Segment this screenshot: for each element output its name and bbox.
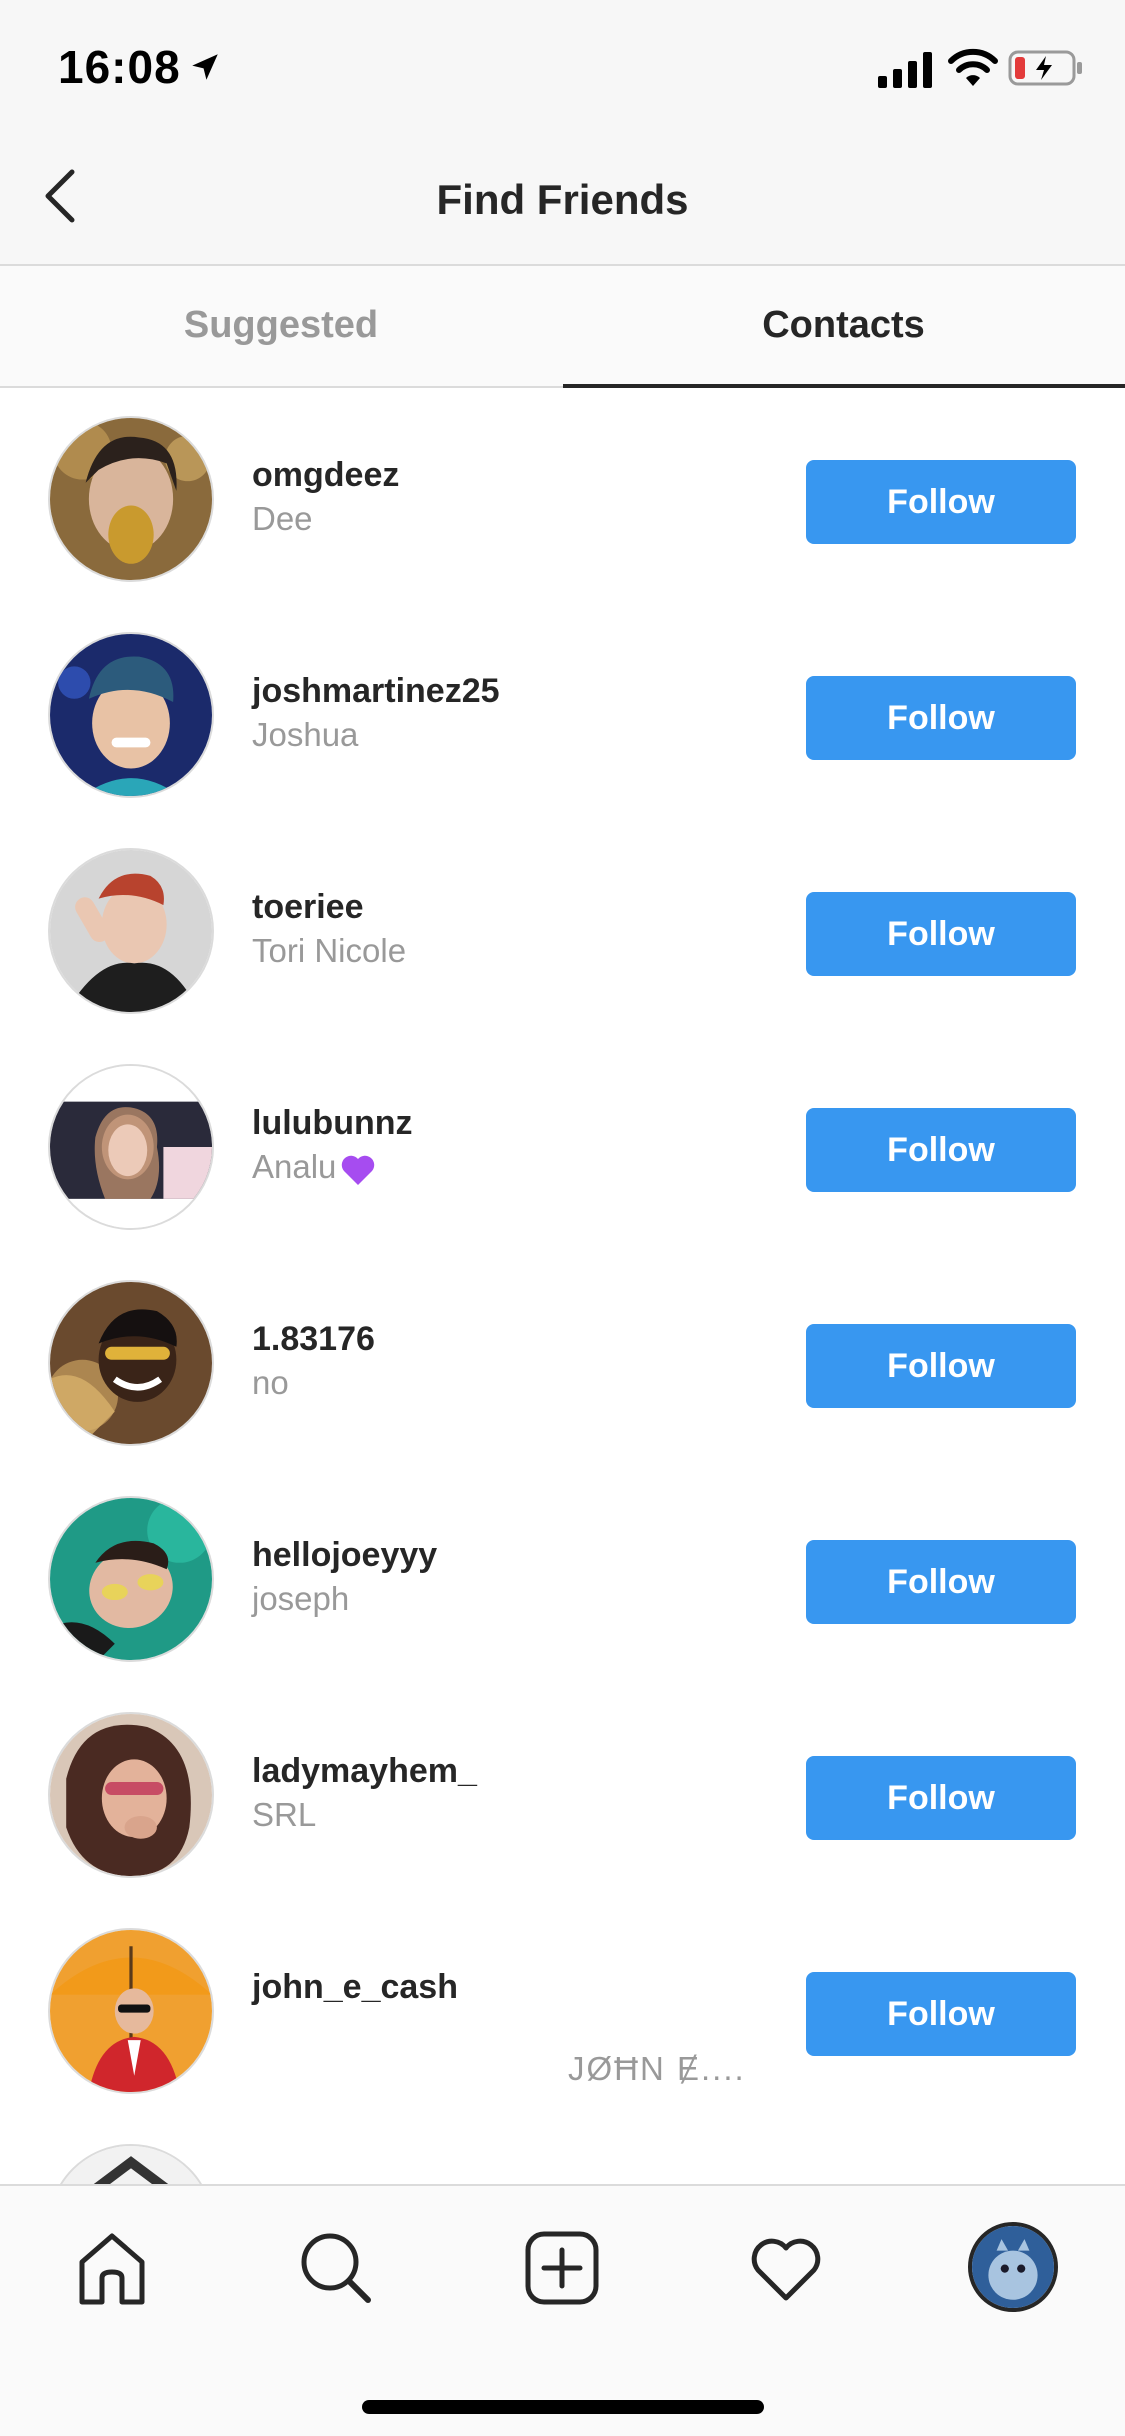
list-item[interactable]: ladymayhem_ SRL Follow (0, 1686, 1125, 1902)
contact-username[interactable]: joshmartinez25 (252, 672, 500, 711)
add-post-icon[interactable] (522, 2228, 602, 2308)
home-indicator (362, 2400, 764, 2414)
profile-avatar[interactable] (968, 2222, 1058, 2312)
avatar[interactable] (48, 2144, 214, 2184)
list-item[interactable] (0, 2118, 1125, 2184)
follow-button[interactable]: Follow (806, 460, 1076, 544)
contact-username[interactable]: lulubunnz (252, 1104, 413, 1143)
follow-button[interactable]: Follow (806, 676, 1076, 760)
list-item[interactable]: omgdeez Dee Follow (0, 390, 1125, 606)
home-icon[interactable] (72, 2228, 152, 2308)
avatar[interactable] (48, 1928, 214, 2094)
contact-fullname: Dee (252, 500, 313, 537)
contact-fullname: SRL (252, 1796, 317, 1833)
page-title: Find Friends (436, 176, 689, 223)
signal-icon (878, 52, 932, 88)
contact-username[interactable]: omgdeez (252, 456, 399, 495)
follow-button[interactable]: Follow (806, 892, 1076, 976)
list-item[interactable]: 1.83176 no Follow (0, 1254, 1125, 1470)
status-time: 16:08 (58, 41, 181, 93)
avatar[interactable] (48, 1280, 214, 1446)
contact-fullname: joseph (252, 1580, 350, 1617)
follow-button[interactable]: Follow (806, 1324, 1076, 1408)
contact-username[interactable]: hellojoeyyy (252, 1536, 437, 1575)
avatar[interactable] (48, 848, 214, 1014)
list-item[interactable]: lulubunnz Analu Follow (0, 1038, 1125, 1254)
follow-button[interactable]: Follow (806, 1540, 1076, 1624)
list-item[interactable]: hellojoeyyy joseph Follow (0, 1470, 1125, 1686)
list-item[interactable]: john_e_cash JØĦN Ɇ.... Follow (0, 1902, 1125, 2118)
activity-heart-icon[interactable] (746, 2228, 826, 2308)
contact-fullname: Tori Nicole (252, 932, 407, 969)
follow-button[interactable]: Follow (806, 1108, 1076, 1192)
avatar[interactable] (48, 632, 214, 798)
follow-button[interactable]: Follow (806, 1756, 1076, 1840)
tab-bar: Suggested Contacts (0, 266, 1125, 388)
tab-suggested[interactable]: Suggested (0, 266, 562, 388)
contacts-list[interactable]: omgdeez Dee Follow joshmartinez25 Joshua… (0, 390, 1125, 2184)
active-tab-indicator (563, 384, 1125, 388)
nav-header: Find Friends (0, 140, 1125, 266)
avatar[interactable] (48, 1496, 214, 1662)
avatar[interactable] (48, 1712, 214, 1878)
profile-avatar-image (972, 2226, 1054, 2308)
contact-fullname: JØĦN Ɇ.... (568, 2050, 746, 2087)
contact-fullname: Joshua (252, 716, 359, 753)
contact-fullname-text: Analu (252, 1148, 337, 1185)
search-icon[interactable] (296, 2228, 376, 2308)
battery-icon (1008, 50, 1082, 86)
contact-username[interactable]: john_e_cash (252, 1968, 458, 2007)
list-item[interactable]: joshmartinez25 Joshua Follow (0, 606, 1125, 822)
avatar[interactable] (48, 1064, 214, 1230)
avatar[interactable] (48, 416, 214, 582)
bottom-tab-bar (0, 2184, 1125, 2436)
wifi-icon (948, 48, 998, 86)
list-item[interactable]: toeriee Tori Nicole Follow (0, 822, 1125, 1038)
status-bar: 16:08 (0, 0, 1125, 140)
contact-username[interactable]: toeriee (252, 888, 364, 927)
contact-username[interactable]: 1.83176 (252, 1320, 375, 1359)
contact-fullname: no (252, 1364, 289, 1401)
location-arrow-icon (192, 54, 218, 80)
tab-contacts[interactable]: Contacts (562, 266, 1125, 388)
contact-fullname: Analu (252, 1148, 378, 1189)
contact-username[interactable]: ladymayhem_ (252, 1752, 477, 1791)
follow-button[interactable]: Follow (806, 1972, 1076, 2056)
purple-heart-icon (342, 1156, 375, 1186)
